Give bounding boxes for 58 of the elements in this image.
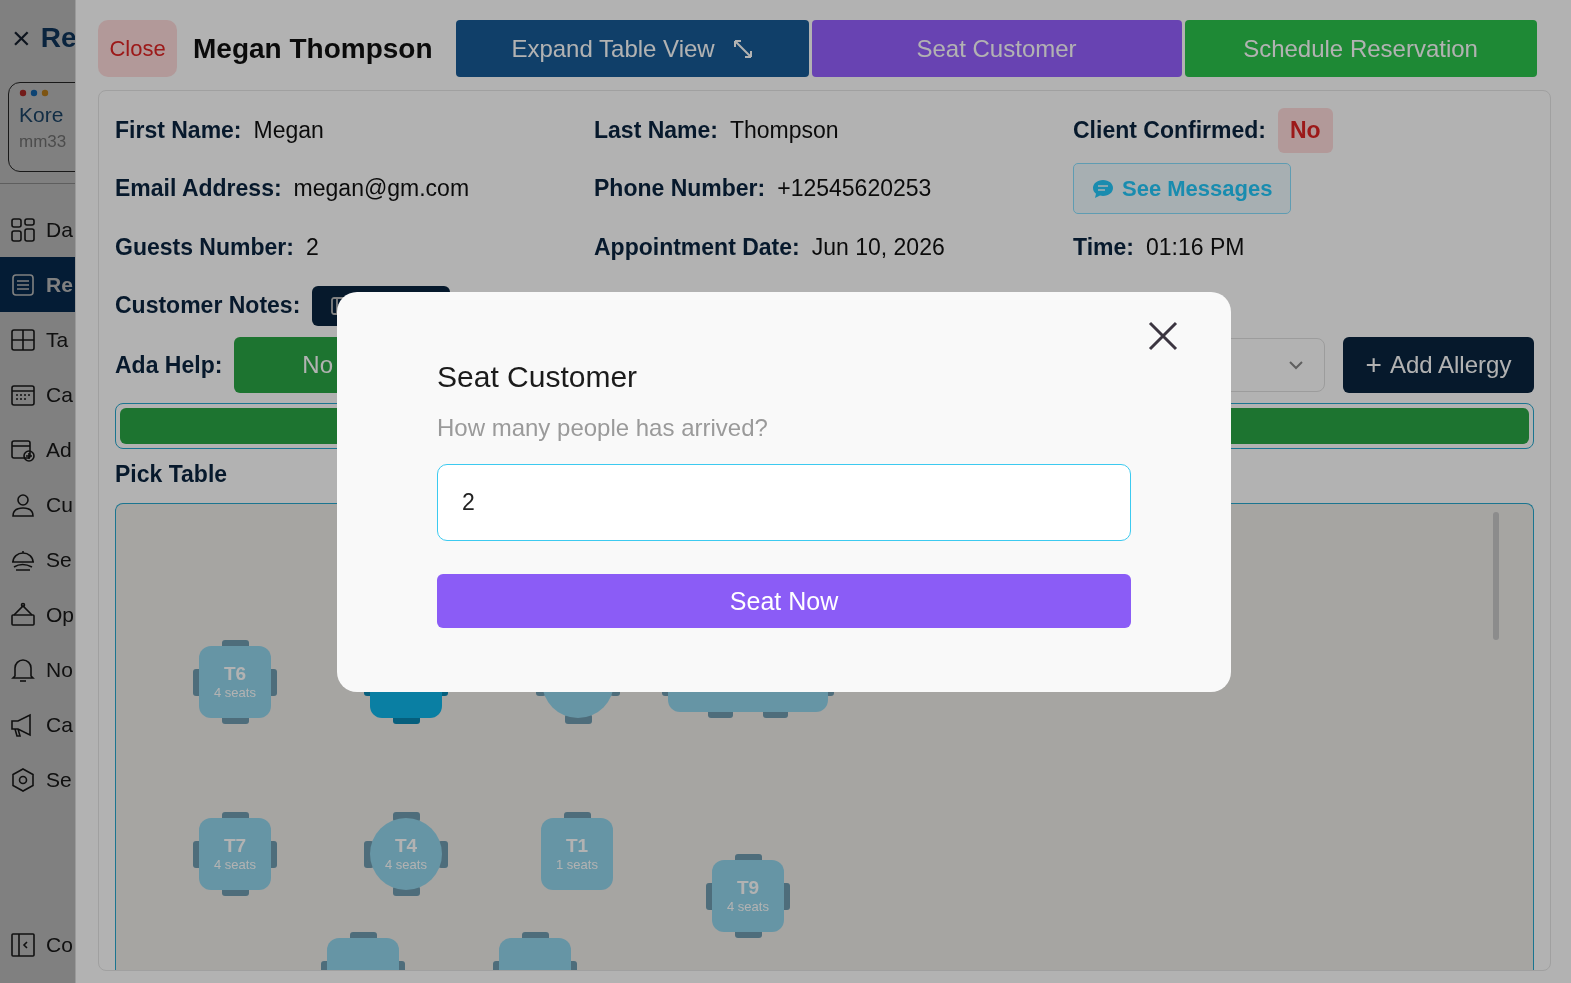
customer-name: Megan Thompson	[193, 32, 433, 65]
sidebar-item[interactable]: Ad	[0, 422, 75, 477]
field-label: Last Name:	[594, 116, 718, 144]
chat-icon	[1092, 178, 1114, 199]
field-label: Time:	[1073, 233, 1134, 261]
sidebar-item[interactable]: Se	[0, 752, 75, 807]
add-allergy-button[interactable]: + Add Allergy	[1343, 337, 1534, 393]
chevron-down-icon	[1288, 360, 1304, 370]
field-label: First Name:	[115, 116, 242, 144]
sidebar-item[interactable]: Cu	[0, 477, 75, 532]
guests-input[interactable]: 2	[437, 464, 1131, 541]
expand-button[interactable]: Expand Table View	[455, 20, 809, 77]
field-value: +12545620253	[777, 175, 932, 203]
table-icon	[10, 326, 36, 353]
field-label: Email Address:	[115, 175, 282, 203]
close-button[interactable]: Close	[98, 20, 177, 77]
field-label: Appointment Date:	[594, 233, 800, 261]
user-icon	[10, 491, 36, 518]
grid-icon	[10, 216, 36, 243]
field-label: Client Confirmed:	[1073, 116, 1266, 144]
sidebar-item[interactable]: Da	[0, 202, 75, 257]
field-value: Thompson	[730, 116, 839, 144]
field-value: 01:16 PM	[1145, 233, 1245, 261]
account-name: Kore	[19, 103, 65, 127]
field-label: Customer Notes:	[115, 292, 301, 320]
sidebar-item[interactable]: Se	[0, 532, 75, 587]
list-icon	[10, 271, 36, 298]
sidebar-item[interactable]: No	[0, 642, 75, 697]
field-label: Ada Help:	[115, 351, 223, 379]
sidebar-collapse-icon	[10, 931, 36, 958]
field-label: Phone Number:	[594, 175, 766, 203]
dialog-title: Seat Customer	[437, 360, 639, 394]
dots-icon	[19, 89, 51, 97]
sidebar-item[interactable]: Ta	[0, 312, 75, 367]
hexagon-icon	[10, 766, 36, 793]
sidebar-item[interactable]: Re	[0, 257, 75, 312]
sidebar-item[interactable]: Ca	[0, 697, 75, 752]
dialog-prompt: How many people has arrived?	[437, 414, 769, 442]
section-title: Pick Table	[115, 461, 229, 489]
field-value: Megan	[253, 116, 324, 144]
field-label: Guests Number:	[115, 233, 294, 261]
close-icon[interactable]: ×	[12, 22, 31, 54]
confirmed-badge: No	[1277, 107, 1333, 153]
close-icon[interactable]	[1147, 320, 1179, 352]
field-value: 2	[305, 233, 319, 261]
collapse-item[interactable]: Co	[0, 917, 73, 972]
sign-icon	[10, 601, 36, 628]
field-value: megan@gm.com	[293, 175, 470, 203]
scrollbar[interactable]	[1493, 512, 1499, 640]
sidebar-item[interactable]: Op	[0, 587, 75, 642]
sidebar-title: Re	[40, 22, 75, 54]
plus-icon: +	[1365, 351, 1382, 379]
bell-icon	[10, 656, 36, 683]
seat-now-button[interactable]: Seat Now	[437, 574, 1131, 628]
sidebar-item[interactable]: Ca	[0, 367, 75, 422]
expand-icon	[732, 38, 753, 59]
field-value: Jun 10, 2026	[811, 233, 945, 261]
seat-button[interactable]: Seat Customer	[811, 20, 1182, 77]
